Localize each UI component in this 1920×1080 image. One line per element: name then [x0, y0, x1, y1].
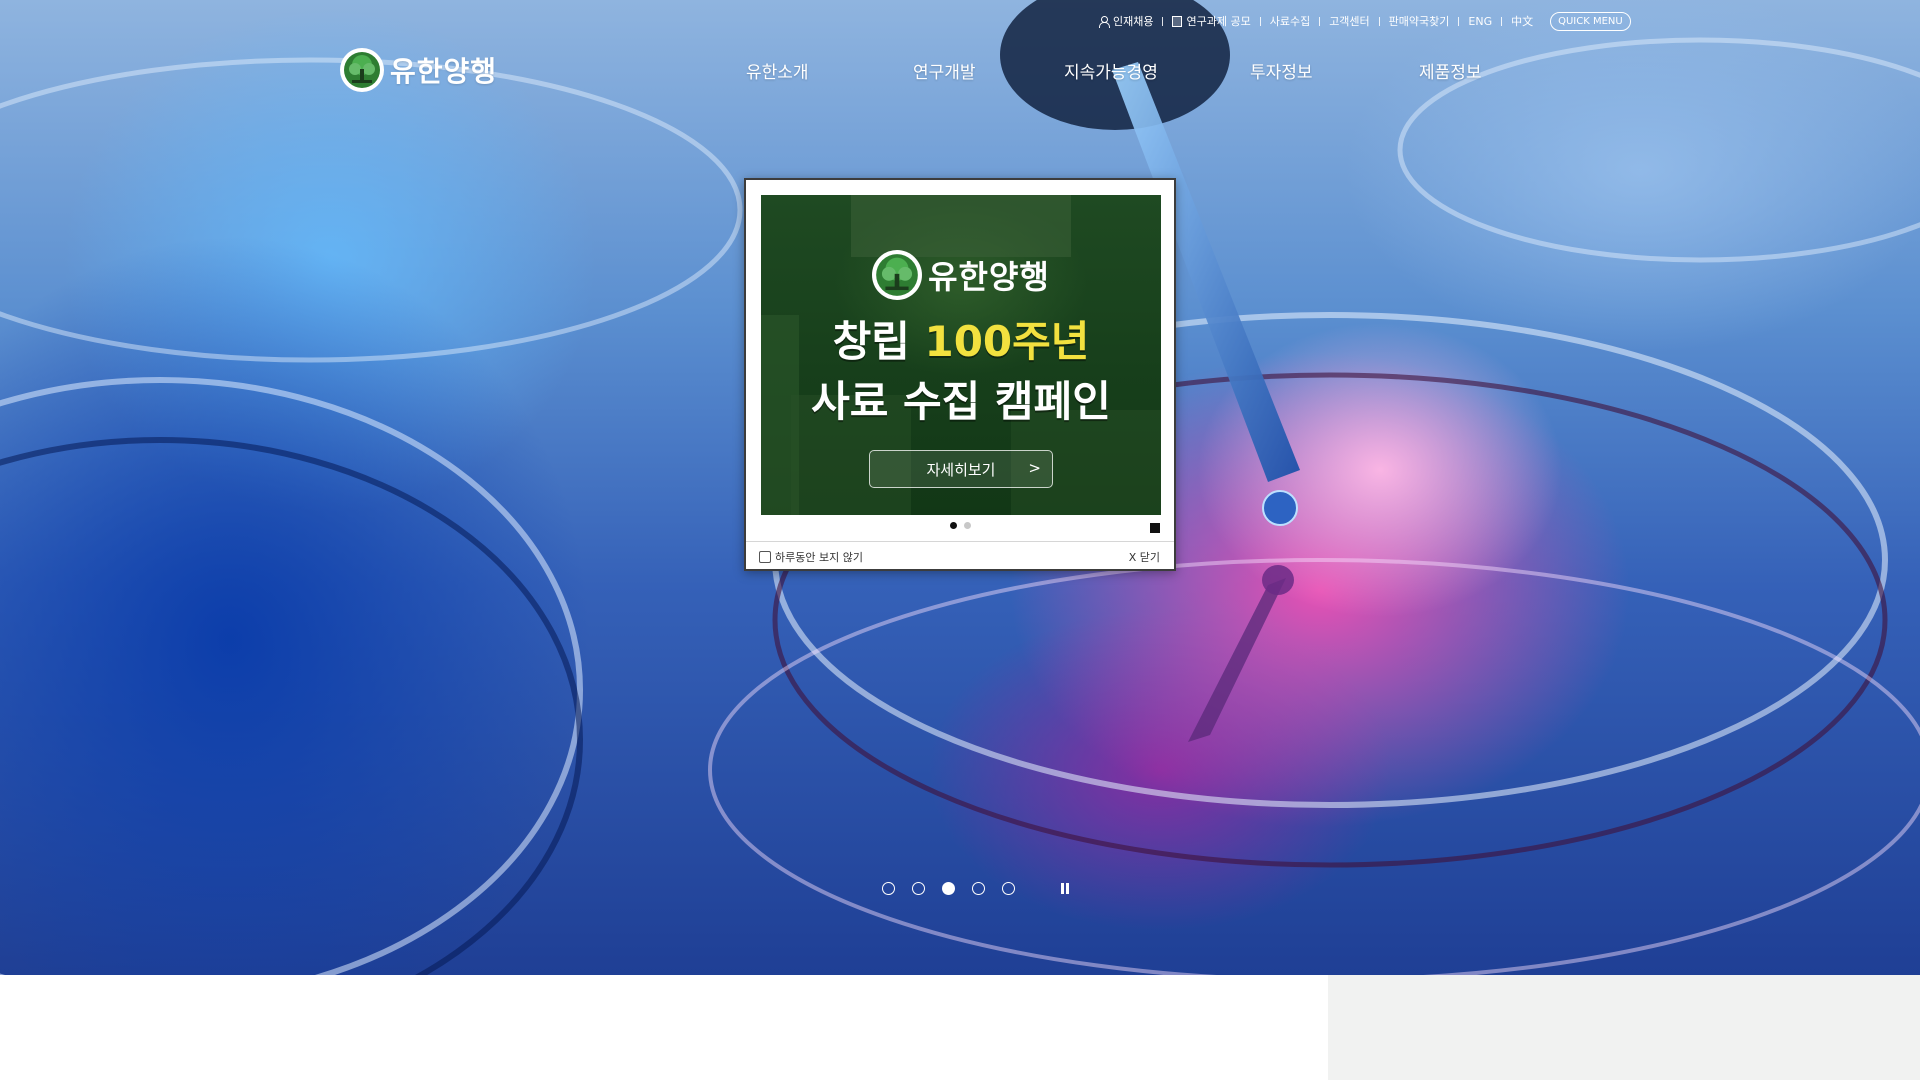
- person-icon: [1098, 15, 1110, 28]
- hero-pagination: [882, 882, 1015, 895]
- util-separator: [1319, 16, 1321, 26]
- no-show-today-option[interactable]: 하루동안 보지 않기: [759, 549, 863, 565]
- tree-logo-icon: [872, 250, 923, 300]
- droplet-reflection: [1262, 565, 1294, 595]
- nav-item-about[interactable]: 유한소개: [746, 58, 809, 83]
- util-separator: [1162, 16, 1164, 26]
- droplet-shape: [1262, 490, 1298, 526]
- pipette-reflection: [1188, 578, 1286, 742]
- notice-popup: 유한양행 창립 100주년 사료 수집 캠페인 자세히보기 > 하루동안 보지 …: [744, 178, 1176, 571]
- hero-dot-4[interactable]: [972, 882, 985, 895]
- nav-item-products[interactable]: 제품정보: [1419, 58, 1482, 83]
- util-link-chinese[interactable]: 中文: [1511, 13, 1533, 29]
- banner-logo-text: 유한양행: [928, 258, 1050, 296]
- util-link-careers[interactable]: 인재채용: [1098, 13, 1153, 29]
- pause-icon[interactable]: [1059, 882, 1071, 895]
- popup-close-button[interactable]: X 닫기: [1129, 549, 1160, 565]
- nav-item-sustainability[interactable]: 지속가능경영: [1064, 58, 1158, 83]
- banner-title-campaign: 사료 수집 캠페인: [811, 377, 1111, 426]
- quick-menu-button[interactable]: QUICK MENU: [1550, 11, 1631, 31]
- main-navigation: 유한소개 연구개발 지속가능경영 투자정보 제품정보: [0, 58, 1920, 84]
- banner-title-highlight: 100주년: [924, 317, 1090, 366]
- stop-icon[interactable]: [1150, 523, 1160, 533]
- arrow-right-icon: >: [1028, 459, 1041, 477]
- util-link-research-call[interactable]: 연구과제 공모: [1172, 13, 1251, 29]
- popup-banner-image[interactable]: 유한양행 창립 100주년 사료 수집 캠페인 자세히보기 >: [761, 195, 1161, 515]
- no-show-today-checkbox[interactable]: [759, 551, 771, 563]
- util-separator: [1458, 16, 1460, 26]
- dish-rim-left: [0, 377, 583, 975]
- popup-footer: 하루동안 보지 않기 X 닫기: [746, 541, 1174, 569]
- hero-dot-2[interactable]: [912, 882, 925, 895]
- util-separator: [1501, 16, 1503, 26]
- util-separator: [1259, 16, 1261, 26]
- util-link-archive[interactable]: 사료수집: [1270, 13, 1310, 29]
- nav-item-investor[interactable]: 투자정보: [1250, 58, 1313, 83]
- content-area-right: [1328, 975, 1920, 1080]
- utility-bar: 인재채용 연구과제 공모 사료수집 고객센터 판매약국찾기 ENG 中文 QUI…: [1098, 11, 1631, 31]
- dish-base-left: [0, 437, 583, 975]
- util-link-find-pharmacy[interactable]: 판매약국찾기: [1389, 13, 1450, 29]
- dish-rim-top-left: [0, 57, 743, 363]
- util-link-customer-center[interactable]: 고객센터: [1329, 13, 1369, 29]
- hero-dot-1[interactable]: [882, 882, 895, 895]
- banner-title-anniversary: 창립 100주년: [832, 317, 1090, 366]
- document-icon: [1172, 15, 1183, 27]
- popup-dot-1[interactable]: [949, 522, 957, 529]
- hero-dot-5[interactable]: [1002, 882, 1015, 895]
- util-separator: [1378, 16, 1380, 26]
- content-area-left: [0, 975, 1328, 1080]
- util-link-english[interactable]: ENG: [1468, 15, 1492, 28]
- banner-detail-button[interactable]: 자세히보기 >: [869, 450, 1053, 488]
- popup-dot-2[interactable]: [963, 522, 971, 529]
- hero-dot-3[interactable]: [942, 882, 955, 895]
- popup-pagination: [746, 522, 1174, 529]
- nav-item-research[interactable]: 연구개발: [913, 58, 976, 83]
- banner-logo: 유한양행: [761, 250, 1161, 300]
